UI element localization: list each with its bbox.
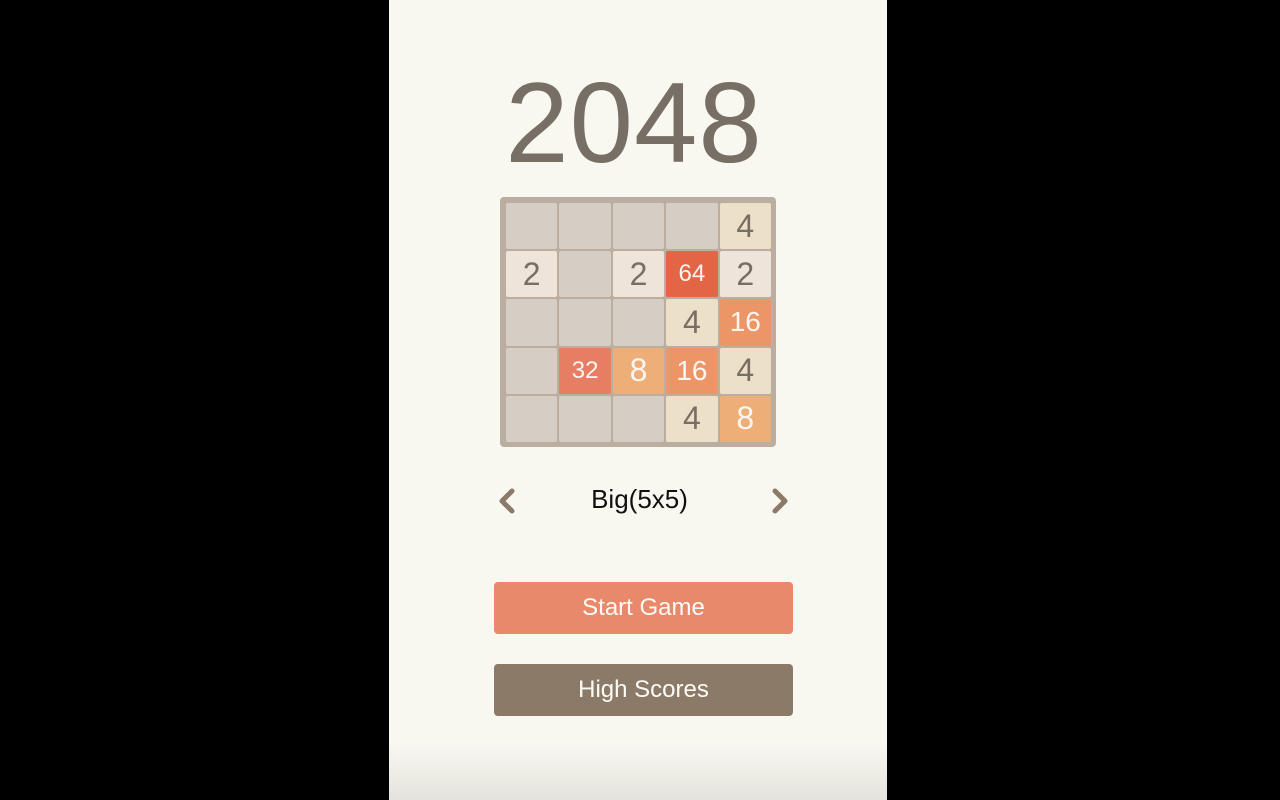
empty-cell [506, 299, 558, 346]
tile: 8 [612, 347, 665, 394]
tile: 4 [719, 347, 771, 394]
empty-cell [506, 395, 558, 442]
empty-cell [506, 347, 558, 394]
start-game-button[interactable]: Start Game [494, 582, 793, 634]
empty-cell [612, 299, 665, 346]
tile: 2 [719, 251, 771, 298]
empty-cell [559, 203, 611, 250]
tile: 2 [612, 251, 665, 298]
tile: 32 [559, 347, 611, 394]
empty-cell [559, 251, 611, 298]
empty-cell [612, 395, 665, 442]
board-size-selector: Big(5x5) [489, 478, 794, 524]
tile: 8 [719, 395, 771, 442]
empty-cell [506, 203, 558, 250]
empty-cell [666, 203, 718, 250]
app-screen: 2048 4 2 2 64 2 4 16 32 8 16 4 4 8 Big(5x5) Start Ga… [389, 0, 887, 800]
empty-cell [559, 395, 611, 442]
next-mode-button[interactable] [764, 486, 794, 516]
game-board: 4 2 2 64 2 4 16 32 8 16 4 4 8 [500, 197, 776, 447]
high-scores-button[interactable]: High Scores [494, 664, 793, 716]
empty-cell [559, 299, 611, 346]
chevron-right-icon [772, 488, 788, 514]
tile: 16 [719, 299, 771, 346]
board-size-label: Big(5x5) [591, 484, 688, 514]
tile: 4 [719, 203, 771, 250]
empty-cell [612, 203, 665, 250]
tile: 64 [666, 251, 718, 298]
tile: 4 [666, 395, 718, 442]
tile: 4 [666, 299, 718, 346]
game-title: 2048 [505, 60, 763, 187]
tile: 2 [506, 251, 558, 298]
tile: 16 [666, 347, 718, 394]
